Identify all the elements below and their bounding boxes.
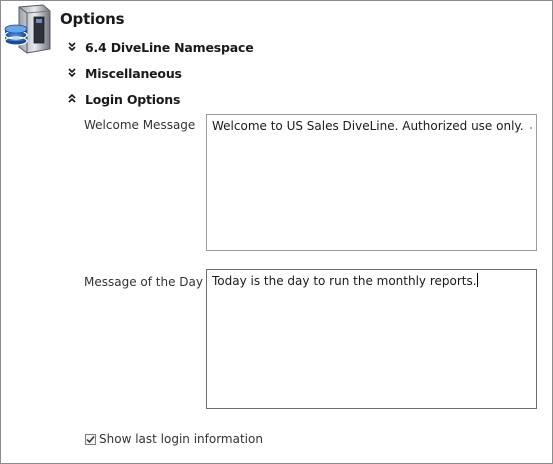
section-label: Login Options (85, 91, 181, 107)
welcome-message-text: Welcome to US Sales DiveLine. Authorized… (212, 119, 524, 133)
options-panel: Options 6.4 DiveLine Namespace Miscellan… (0, 0, 553, 464)
message-of-the-day-text: Today is the day to run the monthly repo… (212, 274, 477, 288)
section-login-options[interactable]: Login Options (67, 90, 180, 108)
message-of-the-day-label: Message of the Day (84, 275, 203, 289)
show-last-login-checkbox[interactable] (85, 433, 96, 445)
checkmark-icon (86, 435, 95, 443)
section-diveline-namespace[interactable]: 6.4 DiveLine Namespace (67, 38, 254, 56)
welcome-message-field[interactable]: Welcome to US Sales DiveLine. Authorized… (206, 114, 537, 251)
text-caret (476, 273, 478, 287)
section-label: Miscellaneous (85, 65, 182, 81)
database-server-icon (4, 4, 51, 54)
scroll-indicator (530, 127, 532, 129)
section-miscellaneous[interactable]: Miscellaneous (67, 64, 182, 82)
welcome-message-label: Welcome Message (84, 118, 196, 132)
double-chevron-down-icon (68, 42, 76, 52)
double-chevron-down-icon (68, 68, 76, 78)
show-last-login-label: Show last login information (99, 432, 263, 446)
double-chevron-up-icon (68, 94, 76, 103)
show-last-login-row[interactable]: Show last login information (85, 432, 263, 446)
section-label: 6.4 DiveLine Namespace (85, 39, 254, 55)
message-of-the-day-field[interactable]: Today is the day to run the monthly repo… (206, 269, 537, 409)
page-title: Options (60, 10, 125, 28)
